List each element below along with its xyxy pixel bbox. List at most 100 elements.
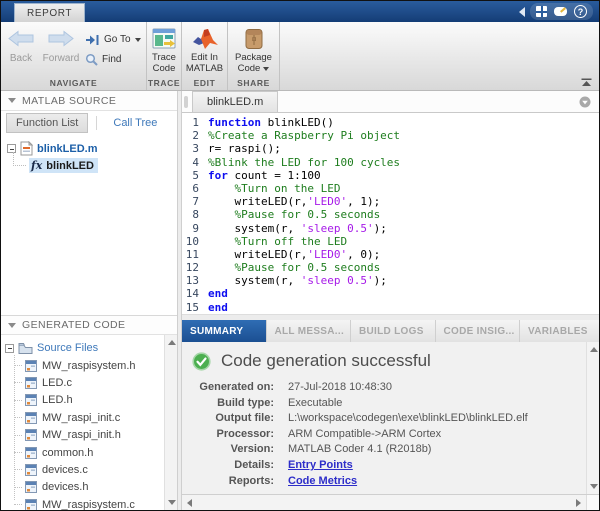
- right-panel: blinkLED.m 1function blinkLED()2%Create …: [182, 91, 599, 510]
- find-label: Find: [102, 54, 121, 65]
- source-files-tree: Source Files MW_raspisystem.hLED.cLED.hM…: [1, 335, 164, 510]
- tree-item-blinkled-fn[interactable]: fx blinkLED: [29, 157, 177, 174]
- scroll-right-icon[interactable]: [576, 499, 581, 507]
- summary-row-value: 27-Jul-2018 10:48:30: [288, 380, 392, 396]
- forward-button[interactable]: Forward: [41, 22, 81, 77]
- code-line: 3r= raspi();: [182, 142, 599, 155]
- tab-code-insights[interactable]: CODE INSIG...: [436, 320, 521, 342]
- scroll-up-icon[interactable]: [590, 347, 598, 352]
- tree-function-label: blinkLED: [46, 160, 94, 172]
- scroll-down-icon[interactable]: [168, 500, 176, 505]
- line-number: 1: [182, 116, 208, 129]
- code-line: 11 writeLED(r,'LED0', 0);: [182, 248, 599, 261]
- source-file-item[interactable]: MW_raspisystem.c: [1, 496, 164, 510]
- back-label: Back: [10, 53, 32, 64]
- source-file-item[interactable]: LED.c: [1, 374, 164, 391]
- code-line: 7 writeLED(r,'LED0', 1);: [182, 195, 599, 208]
- scroll-up-icon[interactable]: [168, 340, 176, 345]
- generated-code-title: GENERATED CODE: [22, 319, 125, 331]
- goto-caret-icon: [135, 38, 141, 42]
- code-line: 15end: [182, 301, 599, 314]
- call-tree-tab[interactable]: Call Tree: [105, 114, 165, 132]
- code-line: 5for count = 1:100: [182, 169, 599, 182]
- source-file-icon: [25, 499, 37, 510]
- chevron-left-icon[interactable]: [519, 7, 525, 17]
- source-file-item[interactable]: devices.h: [1, 479, 164, 496]
- summary-row-label: Output file:: [190, 411, 274, 427]
- source-file-item[interactable]: MW_raspisystem.h: [1, 357, 164, 374]
- scroll-down-icon[interactable]: [590, 484, 598, 489]
- collapse-toolbar-icon[interactable]: [581, 78, 592, 87]
- folder-icon: [18, 342, 33, 354]
- tab-summary[interactable]: SUMMARY: [182, 320, 267, 342]
- summary-row-label: Build type:: [190, 396, 274, 412]
- source-file-label: LED.c: [42, 377, 72, 389]
- collapse-minus-icon[interactable]: [5, 344, 14, 353]
- section-trace: TRACE: [147, 77, 181, 90]
- trace-code-button[interactable]: Trace Code: [147, 22, 181, 77]
- source-file-icon: [25, 464, 37, 476]
- help-icon[interactable]: [574, 5, 587, 18]
- package-caret-icon: [263, 67, 269, 71]
- source-files-root[interactable]: Source Files: [1, 339, 164, 357]
- editor-options-icon[interactable]: [579, 96, 591, 108]
- summary-row-value: ARM Compatible->ARM Cortex: [288, 427, 441, 443]
- editor-tab-blinkled[interactable]: blinkLED.m: [192, 91, 278, 112]
- code-editor[interactable]: 1function blinkLED()2%Create a Raspberry…: [182, 113, 599, 320]
- source-file-item[interactable]: MW_raspi_init.c: [1, 409, 164, 426]
- tab-all-messages[interactable]: ALL MESSA...: [267, 320, 352, 342]
- matlab-logo-icon: [192, 28, 218, 50]
- code-line: 14end: [182, 287, 599, 300]
- tab-report[interactable]: REPORT: [14, 3, 85, 22]
- summary-title: Code generation successful: [221, 351, 431, 371]
- summary-scrollbar[interactable]: [586, 342, 599, 494]
- line-number: 8: [182, 208, 208, 221]
- code-line: 10 %Turn off the LED: [182, 235, 599, 248]
- line-number: 15: [182, 301, 208, 314]
- line-number: 14: [182, 287, 208, 300]
- find-button[interactable]: Find: [85, 53, 141, 66]
- code-line: 9 system(r, 'sleep 0.5');: [182, 222, 599, 235]
- line-number: 10: [182, 235, 208, 248]
- line-number: 5: [182, 169, 208, 182]
- summary-link[interactable]: Code Metrics: [288, 474, 357, 490]
- summary-row: Details:Entry Points: [190, 458, 582, 474]
- package-label-1: Package: [235, 53, 272, 64]
- back-button[interactable]: Back: [1, 22, 41, 77]
- source-file-label: MW_raspisystem.h: [42, 360, 136, 372]
- source-file-icon: [25, 481, 37, 493]
- summary-row-label: Reports:: [190, 474, 274, 490]
- report-window: REPORT Back Forward: [0, 0, 600, 511]
- package-code-button[interactable]: Package Code: [228, 22, 279, 77]
- feedback-bubble-icon[interactable]: [554, 7, 567, 16]
- tab-build-logs[interactable]: BUILD LOGS: [351, 320, 436, 342]
- source-file-item[interactable]: devices.c: [1, 461, 164, 478]
- source-file-item[interactable]: MW_raspi_init.h: [1, 427, 164, 444]
- summary-row-label: Version:: [190, 442, 274, 458]
- package-label-2: Code: [238, 64, 261, 75]
- tab-variables[interactable]: VARIABLES: [520, 320, 600, 342]
- summary-row: Processor:ARM Compatible->ARM Cortex: [190, 427, 582, 443]
- source-file-label: devices.h: [42, 481, 88, 493]
- layout-grid-icon[interactable]: [536, 6, 547, 17]
- source-file-item[interactable]: common.h: [1, 444, 164, 461]
- goto-button[interactable]: Go To: [85, 34, 141, 46]
- generated-code-header[interactable]: GENERATED CODE: [1, 315, 177, 335]
- trace-label-1: Trace: [152, 53, 176, 64]
- scroll-left-icon[interactable]: [187, 499, 192, 507]
- line-number: 2: [182, 129, 208, 142]
- source-file-icon: [25, 412, 37, 424]
- source-file-item[interactable]: LED.h: [1, 392, 164, 409]
- source-files-label: Source Files: [37, 342, 98, 354]
- files-scrollbar[interactable]: [164, 335, 177, 510]
- matlab-source-title: MATLAB SOURCE: [22, 95, 116, 107]
- source-file-icon: [25, 360, 37, 372]
- edit-in-matlab-button[interactable]: Edit In MATLAB: [182, 22, 227, 77]
- trace-code-icon: [152, 28, 176, 50]
- tree-item-blinkled-m[interactable]: blinkLED.m: [1, 140, 177, 157]
- function-list-tab[interactable]: Function List: [6, 113, 88, 133]
- summary-link[interactable]: Entry Points: [288, 458, 353, 474]
- splitter-grip-icon[interactable]: [184, 96, 188, 108]
- summary-hscrollbar[interactable]: [182, 494, 599, 510]
- matlab-source-header[interactable]: MATLAB SOURCE: [1, 91, 177, 111]
